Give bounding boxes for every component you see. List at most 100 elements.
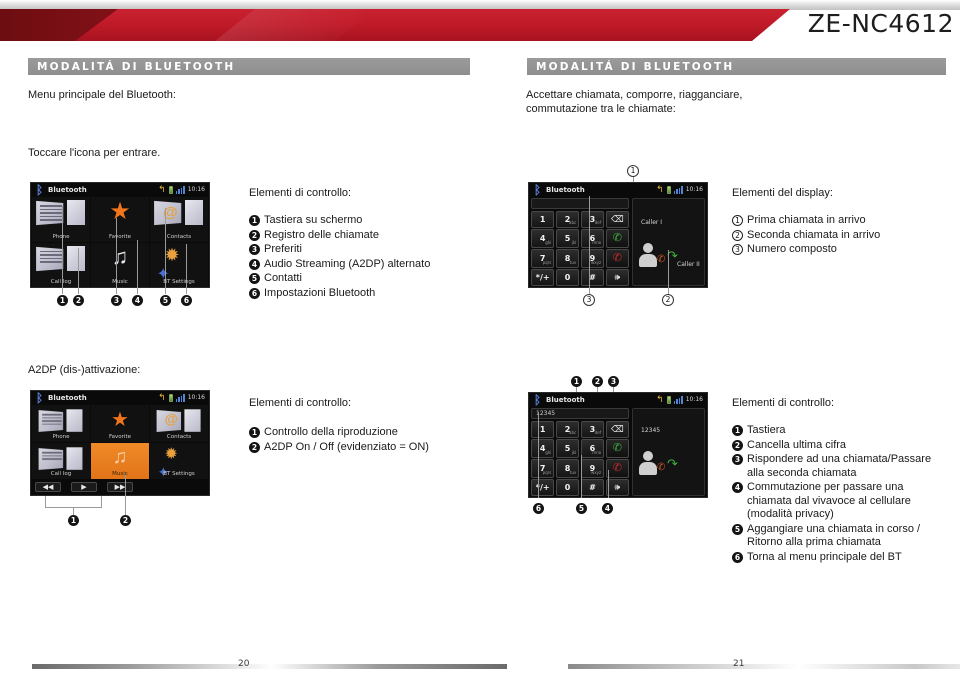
- key-1[interactable]: 1: [531, 211, 555, 228]
- key-7[interactable]: 7 pqrs: [531, 459, 555, 478]
- key-label: #: [589, 483, 596, 493]
- key-2[interactable]: 2 abc: [555, 211, 580, 228]
- a2dp-menu-screen: ᛒ Bluetooth ↰ 10:16 Phone ★ Favorite @ C…: [30, 390, 210, 496]
- key-9[interactable]: 9 wxyz: [580, 249, 605, 268]
- hangup-call-icon[interactable]: ✆: [605, 459, 629, 478]
- tile-favorite[interactable]: ★ Favorite: [91, 405, 149, 442]
- key-sublabel: mno: [592, 450, 602, 456]
- battery-icon: [666, 395, 671, 404]
- key-3[interactable]: 3 def: [580, 421, 605, 438]
- star-icon: ★: [111, 409, 129, 431]
- device-status-bar: ᛒ Bluetooth ↰ 10:16: [31, 183, 209, 196]
- key-8[interactable]: 8 tuv: [555, 459, 580, 478]
- tile-music-active[interactable]: ♫ Music: [91, 442, 149, 479]
- key-sublabel: pqrs: [542, 470, 552, 476]
- key-sublabel: tuv: [569, 470, 577, 476]
- tile-phone[interactable]: Phone: [32, 405, 90, 442]
- list-item: 1 Prima chiamata in arrivo: [732, 214, 947, 228]
- dialed-number-field[interactable]: [531, 198, 629, 209]
- device-clock: 10:16: [187, 394, 205, 401]
- tile-call-log[interactable]: Call log: [32, 442, 90, 479]
- status-icons: ↰ 10:16: [158, 393, 205, 402]
- bullet-5: 5: [249, 273, 260, 284]
- signal-strength-icon: [175, 185, 185, 194]
- list-item-label: Seconda chiamata in arrivo: [747, 228, 881, 241]
- a2dp-tile-grid: Phone ★ Favorite @ Contacts Call log ♫ M…: [31, 404, 209, 480]
- tile-bt-settings[interactable]: ✹ ✦ BT Settings: [150, 242, 208, 287]
- answer-call-icon[interactable]: ✆: [605, 439, 629, 458]
- bluetooth-logo-icon: ᛒ: [533, 182, 542, 197]
- key-0[interactable]: 0: [555, 269, 580, 286]
- dialed-number-field[interactable]: 12345: [531, 408, 629, 419]
- call-screen-body: 1 2 abc 3 def ⌫ 4 ghi 5 jkl 6 mno ✆ 7 pqrs 8 tu…: [529, 196, 707, 287]
- key-star[interactable]: */+: [531, 269, 555, 286]
- list-item-label: Contatti: [264, 272, 302, 284]
- tile-label: Contacts: [166, 433, 192, 440]
- list-item-label: Rispondere ad una chiamata/Passare alla …: [747, 453, 932, 479]
- tile-contacts[interactable]: @ Contacts: [150, 405, 208, 442]
- caller-two-label: Caller II: [677, 261, 700, 268]
- key-1[interactable]: 1: [531, 421, 555, 438]
- backspace-icon[interactable]: ⌫: [605, 211, 629, 228]
- play-icon[interactable]: ▶: [71, 482, 97, 492]
- key-hash[interactable]: #: [580, 269, 605, 286]
- footer-rule-left-2: [272, 664, 507, 669]
- left-controls-list: 1 Tastiera su schermo 2 Registro delle c…: [249, 214, 479, 301]
- list-item: 4 Audio Streaming (A2DP) alternato: [249, 258, 479, 272]
- footer-rule-left: [32, 664, 272, 669]
- speaker-icon[interactable]: 🕪: [605, 479, 629, 496]
- bluetooth-main-menu-screen: ᛒ Bluetooth ↰ 10:16 Phone ★ Favorite @ C…: [30, 182, 210, 288]
- page-number-left: 20: [238, 659, 250, 669]
- key-3[interactable]: 3 def: [580, 211, 605, 228]
- battery-icon: [666, 185, 671, 194]
- key-5[interactable]: 5 jkl: [555, 439, 580, 458]
- caller-one-label: Caller I: [641, 219, 663, 226]
- key-8[interactable]: 8 tuv: [555, 249, 580, 268]
- key-sublabel: def: [594, 220, 602, 226]
- status-icons: ↰ 10:16: [656, 395, 703, 404]
- next-track-icon[interactable]: ▶▶: [107, 482, 133, 492]
- list-item: 5 Aggangiare una chiamata in corso / Rit…: [732, 523, 947, 550]
- tile-music[interactable]: ♫ Music: [91, 242, 149, 287]
- tile-contacts[interactable]: @ Contacts: [150, 197, 208, 242]
- device-clock: 10:16: [685, 186, 703, 193]
- previous-track-icon[interactable]: ◀◀: [35, 482, 61, 492]
- answer-call-icon[interactable]: ✆: [605, 229, 629, 248]
- key-4[interactable]: 4 ghi: [531, 439, 555, 458]
- tile-label: Contacts: [166, 233, 192, 240]
- tile-phone[interactable]: Phone: [32, 197, 90, 242]
- list-item: 3 Preferiti: [249, 243, 479, 257]
- key-7[interactable]: 7 pqrs: [531, 249, 555, 268]
- key-6[interactable]: 6 mno: [580, 439, 605, 458]
- backspace-icon[interactable]: ⌫: [605, 421, 629, 438]
- key-0[interactable]: 0: [555, 479, 580, 496]
- list-item-label: Torna al menu principale del BT: [747, 550, 902, 563]
- key-star[interactable]: */+: [531, 479, 555, 496]
- bullet-6: 6: [732, 551, 743, 563]
- hangup-call-icon[interactable]: ✆: [605, 249, 629, 268]
- bullet-1: 1: [249, 427, 260, 438]
- key-hash[interactable]: #: [580, 479, 605, 496]
- key-sublabel: abc: [569, 430, 577, 436]
- list-item: 4 Commutazione per passare una chiamata …: [732, 481, 947, 522]
- key-sublabel: ghi: [545, 240, 552, 246]
- right-controls-heading: Elementi di controllo:: [732, 397, 835, 409]
- key-6[interactable]: 6 mno: [580, 229, 605, 248]
- tile-bt-settings[interactable]: ✹ ✦ BT Settings: [150, 442, 208, 479]
- device-screen-title: Bluetooth: [546, 185, 585, 194]
- tile-favorite[interactable]: ★ Favorite: [91, 197, 149, 242]
- tile-call-log[interactable]: Call log: [32, 242, 90, 287]
- red-band: [0, 9, 790, 41]
- callout-marker-6: 6: [533, 503, 544, 514]
- key-5[interactable]: 5 jkl: [555, 229, 580, 248]
- key-2[interactable]: 2 abc: [555, 421, 580, 438]
- list-item-label: Impostazioni Bluetooth: [264, 286, 376, 299]
- callout-marker-1: 1: [571, 376, 582, 387]
- key-label: 1: [539, 424, 546, 434]
- key-4[interactable]: 4 ghi: [531, 229, 555, 248]
- speaker-icon[interactable]: 🕪: [605, 269, 629, 286]
- callout-line: [45, 496, 46, 507]
- device-status-bar: ᛒ Bluetooth ↰ 10:16: [529, 393, 707, 406]
- left-section-header: MODALITÁ DI BLUETOOTH: [25, 58, 470, 75]
- key-9[interactable]: 9 wxyz: [580, 459, 605, 478]
